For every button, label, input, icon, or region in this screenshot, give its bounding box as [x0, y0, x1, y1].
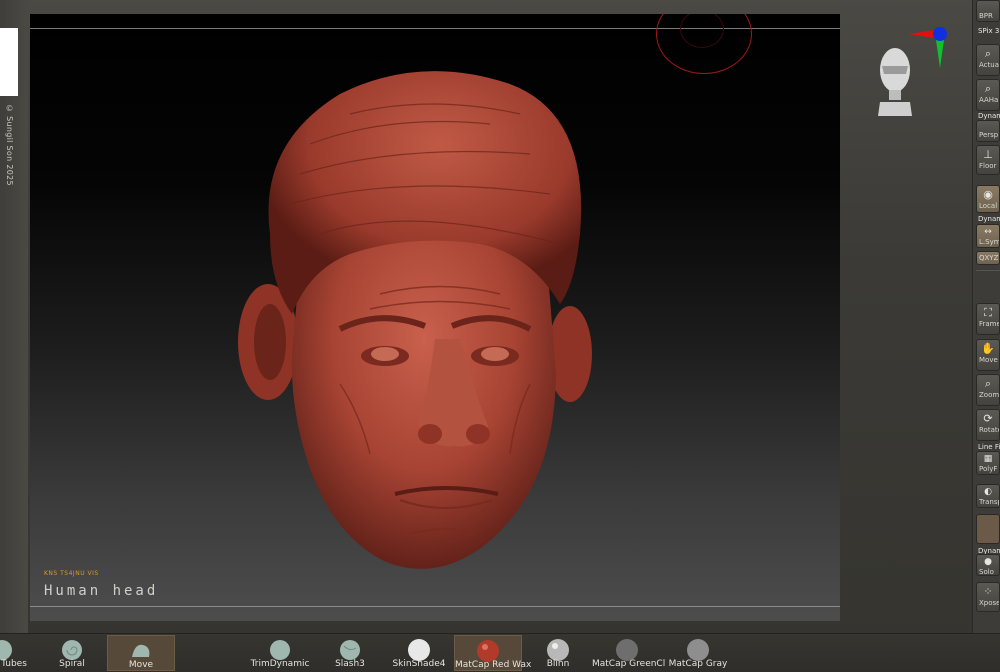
zoom-actual-icon: ⌕ [984, 47, 992, 60]
canvas-bottom-border [30, 606, 840, 607]
brush-spiral[interactable]: Spiral [50, 635, 94, 671]
xpose-button[interactable]: ⁘ Xpose [976, 582, 1000, 612]
canvas-viewport[interactable]: KNS TS4JNU VIS Human head [30, 14, 840, 621]
line-fill-label: Line Fill [978, 443, 1000, 451]
move-view-button[interactable]: ✋ Move [976, 339, 1000, 371]
brush-slash3[interactable]: Slash3 [326, 635, 374, 671]
color-swatch[interactable] [0, 28, 18, 96]
aahalf-button[interactable]: ⌕ AAHalf [976, 79, 1000, 111]
rotate-icon: ⟳ [983, 412, 993, 425]
lsym-button[interactable]: ↔ L.Sym [976, 224, 1000, 248]
model-title: Human head [44, 583, 159, 599]
local-button[interactable]: ◉ Local [976, 185, 1000, 213]
brush-trimdynamic[interactable]: TrimDynamic [248, 635, 312, 671]
floor-icon: ⊥ [983, 148, 993, 161]
transp-button[interactable]: ◐ Transp [976, 484, 1000, 508]
frame-button[interactable]: ⛶ Frame [976, 303, 1000, 335]
transparency-icon: ◐ [984, 487, 992, 497]
material-skinshade4[interactable]: SkinShade4 [390, 635, 448, 671]
brush-tubes[interactable]: Tubes [0, 635, 28, 671]
local-icon: ◉ [983, 188, 993, 201]
model-subtitle: KNS TS4JNU VIS [44, 570, 99, 577]
solo-button[interactable]: ● Solo [976, 554, 1000, 576]
actual-button[interactable]: ⌕ Actual [976, 44, 1000, 76]
toolbar-divider [976, 270, 1000, 271]
zoom-half-icon: ⌕ [984, 82, 992, 95]
zoom3d-icon: ⌕ [984, 377, 992, 390]
solo-icon: ● [984, 557, 992, 567]
axis-gizmo-icon[interactable] [904, 24, 954, 72]
copyright-watermark: © Sungil Son 2025 [5, 104, 14, 186]
polyframe-icon: ▦ [983, 454, 993, 464]
qxyz-button[interactable]: QXYZ [976, 251, 1000, 265]
bpr-button[interactable]: BPR [976, 0, 1000, 22]
symmetry-icon: ↔ [984, 227, 992, 237]
brush-move[interactable]: Move [107, 635, 175, 671]
material-matcap-gray[interactable]: MatCap Gray [668, 635, 728, 671]
ghost-button[interactable] [976, 514, 1000, 544]
floor-button[interactable]: ⊥ Floor [976, 145, 1000, 175]
polyf-button[interactable]: ▦ PolyF [976, 451, 1000, 475]
material-matcap-greencl[interactable]: MatCap GreenCl [592, 635, 665, 671]
material-blinn[interactable]: Blinn [535, 635, 581, 671]
xpose-icon: ⁘ [983, 585, 993, 598]
zoom3d-button[interactable]: ⌕ Zoom3D [976, 374, 1000, 406]
sculpted-head-model[interactable] [230, 54, 600, 574]
rotate-button[interactable]: ⟳ Rotate [976, 409, 1000, 441]
frame-icon: ⛶ [984, 306, 992, 319]
dynamic-label: Dynamic [978, 112, 1000, 120]
spix-slider[interactable]: SPix 3 [978, 27, 999, 35]
zbrush-window: © Sungil Son 2025 KNS TS4JNU VIS Human h… [0, 0, 1000, 672]
hand-icon: ✋ [981, 342, 995, 355]
persp-button[interactable]: Persp [976, 120, 1000, 142]
material-matcap-red-wax[interactable]: MatCap Red Wax [454, 635, 531, 671]
dynamic-label-2: Dynamic [978, 215, 1000, 223]
